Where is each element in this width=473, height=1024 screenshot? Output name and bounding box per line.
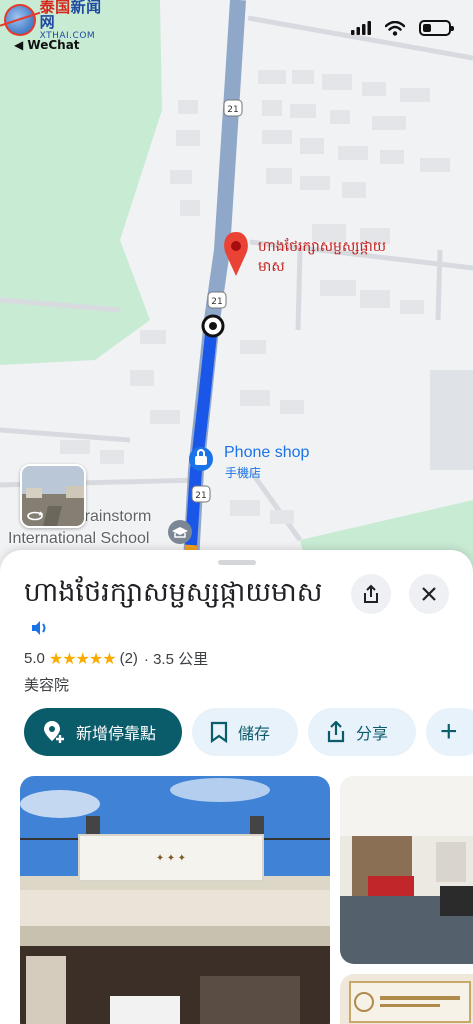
share-button-top[interactable] [351,574,391,614]
review-count[interactable]: (2) [120,650,138,667]
sheet-drag-handle[interactable] [218,560,256,565]
shopping-bag-icon [189,447,213,471]
route-start-icon [201,314,225,338]
globe-logo-icon [4,4,36,36]
storefront-photo [20,776,330,1024]
map-view[interactable]: 21 21 21 泰国新闻网 XTHAI.COM ◀ WeChat ហាងថែរ… [0,0,473,580]
bookmark-icon [210,721,228,743]
svg-text:21: 21 [211,297,222,307]
signal-icon [351,21,371,35]
save-label: 儲存 [238,726,271,743]
school-label-line2: International School [8,530,150,547]
place-details-sheet[interactable]: ហាងថែរក្សាសម្ផស្សផ្កាយមាស 5.0 ★★★★★ (2) … [0,550,473,1024]
back-to-wechat-link[interactable]: ◀ WeChat [14,38,80,52]
poi-phone-shop-sublabel[interactable]: 手機店 [225,464,261,481]
close-icon [422,587,436,601]
battery-icon [419,20,454,36]
share-icon [326,721,346,743]
storefront-sign: ✦ ✦ ✦ [78,834,264,882]
place-photo-interior[interactable] [340,776,473,964]
sign-photo [340,974,473,1024]
location-pin-icon [224,232,248,276]
share-button[interactable]: 分享 [308,708,416,756]
interior-photo [340,776,473,964]
rotate-360-icon [27,511,44,521]
save-button[interactable]: 儲存 [192,708,298,756]
school-icon [168,520,192,544]
place-title-text: ហាងថែរក្សាសម្ផស្សផ្កាយមាស [24,577,323,607]
add-stop-label: 新增停靠點 [76,726,157,743]
wifi-icon [385,20,405,36]
rating-value: 5.0 [24,650,45,667]
status-bar: 泰国新闻网 XTHAI.COM ◀ WeChat [0,0,473,56]
share-label: 分享 [356,726,389,743]
place-photo-sign[interactable] [340,974,473,1024]
speaker-icon[interactable] [30,612,48,648]
poi-phone-shop-label[interactable]: Phone shop [224,444,309,462]
place-photo-main[interactable]: ✦ ✦ ✦ [20,776,330,1024]
distance-text: · 3.5 公里 [143,651,209,668]
rating-row[interactable]: 5.0 ★★★★★ (2) · 3.5 公里 [24,648,208,669]
rating-stars-icon: ★★★★★ [48,650,117,668]
map-place-label[interactable]: ហាងថែរក្សាសម្ផស្សផ្កាយមាស [258,236,398,276]
plus-icon: + [440,715,458,748]
close-button[interactable] [409,574,449,614]
street-view-thumbnail[interactable] [20,464,86,528]
add-stop-button[interactable]: 新增停靠點 [24,708,182,756]
news-watermark-logo: 泰国新闻网 XTHAI.COM [4,0,116,40]
more-actions-button[interactable]: + [426,708,473,756]
svg-text:21: 21 [227,105,238,115]
action-buttons-row: 新增停靠點 儲存 分享 + [24,708,473,756]
share-icon [364,584,378,603]
add-location-icon [42,719,66,745]
place-category: 美容院 [24,677,70,694]
place-title: ហាងថែរក្សាសម្ផស្សផ្កាយមាស [24,574,324,648]
svg-text:21: 21 [195,491,206,501]
